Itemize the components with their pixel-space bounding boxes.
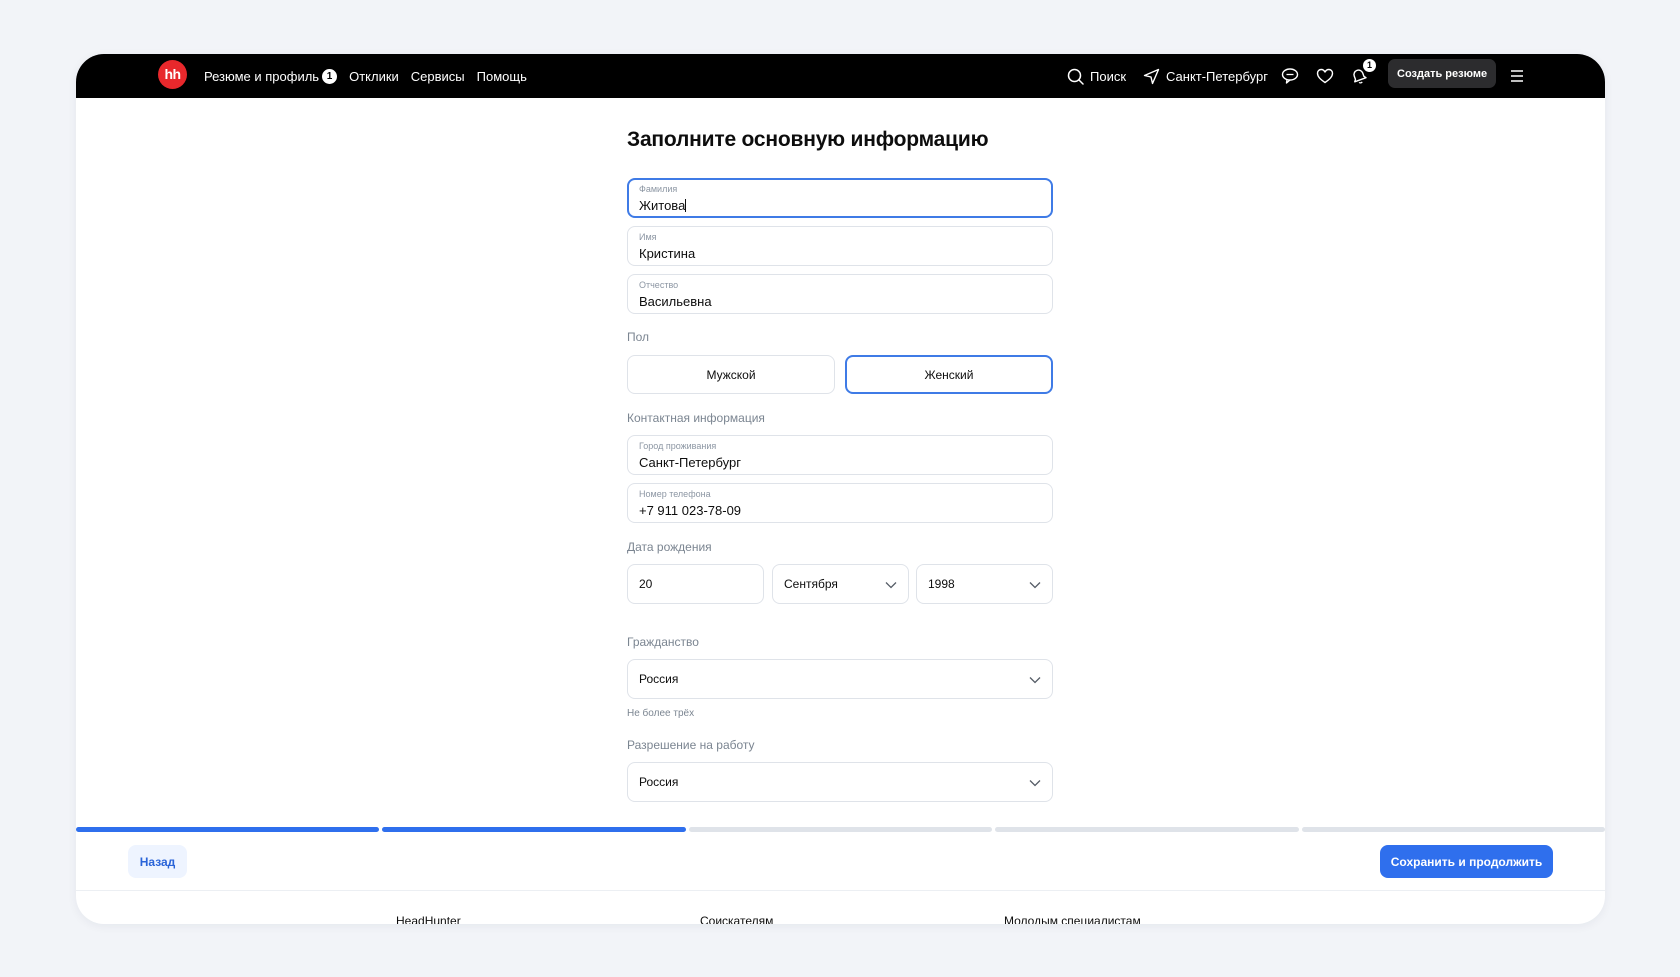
back-button[interactable]: Назад [128, 845, 187, 878]
footer-link-headhunter[interactable]: HeadHunter [396, 914, 461, 924]
last-name-field[interactable]: Фамилия Житова [627, 178, 1053, 218]
heart-icon [1316, 67, 1334, 85]
hh-logo[interactable]: hh [158, 60, 187, 89]
chevron-down-icon [1028, 673, 1042, 692]
progress-step-3 [688, 827, 993, 832]
birth-day-value: 20 [639, 577, 653, 591]
location-arrow-icon [1143, 68, 1160, 85]
progress-step-5 [1301, 827, 1605, 832]
create-resume-button[interactable]: Создать резюме [1388, 59, 1497, 88]
phone-label: Номер телефона [639, 489, 711, 499]
chevron-down-icon [1028, 578, 1042, 597]
birth-date-label: Дата рождения [627, 540, 712, 554]
top-navigation-bar: hh Резюме и профиль 1 Отклики Сервисы По… [76, 54, 1605, 98]
progress-step-1 [76, 827, 380, 832]
chat-button[interactable] [1281, 54, 1299, 98]
gender-option-female[interactable]: Женский [845, 355, 1053, 394]
middle-name-value: Васильевна [639, 294, 712, 309]
city-value: Санкт-Петербург [639, 455, 741, 470]
citizenship-label: Гражданство [627, 635, 699, 649]
footer-link-job-seekers[interactable]: Соискателям [700, 914, 773, 924]
birth-day-input[interactable]: 20 [627, 564, 764, 604]
text-caret [685, 199, 687, 212]
nav-item-services[interactable]: Сервисы [411, 69, 465, 84]
header-actions: Поиск Санкт-Петербург 1 Создать резюме [1005, 54, 1605, 98]
last-name-value: Житова [639, 198, 686, 213]
first-name-field[interactable]: Имя Кристина [627, 226, 1053, 266]
birth-month-value: Сентября [784, 577, 838, 591]
first-name-label: Имя [639, 232, 657, 242]
location-label: Санкт-Петербург [1166, 68, 1268, 84]
main-nav: Резюме и профиль 1 Отклики Сервисы Помощ… [204, 54, 527, 98]
menu-button[interactable] [1509, 54, 1525, 98]
gender-option-male[interactable]: Мужской [627, 355, 835, 394]
birth-year-select[interactable]: 1998 [916, 564, 1053, 604]
nav-item-label: Резюме и профиль [204, 68, 320, 84]
favorites-button[interactable] [1316, 54, 1334, 98]
progress-step-2 [382, 827, 686, 832]
work-permit-select[interactable]: Россия [627, 762, 1053, 802]
city-field[interactable]: Город проживания Санкт-Петербург [627, 435, 1053, 475]
search-button[interactable]: Поиск [1067, 54, 1126, 98]
nav-item-resume-profile[interactable]: Резюме и профиль 1 [204, 68, 338, 84]
location-button[interactable]: Санкт-Петербург [1143, 54, 1268, 98]
save-and-continue-button[interactable]: Сохранить и продолжить [1380, 845, 1553, 878]
work-permit-value: Россия [639, 775, 679, 789]
nav-item-responses[interactable]: Отклики [349, 69, 399, 84]
footer-link-young-specialists[interactable]: Молодым специалистам [1004, 914, 1141, 924]
last-name-label: Фамилия [639, 184, 678, 194]
search-label: Поиск [1090, 68, 1127, 84]
birth-month-select[interactable]: Сентября [772, 564, 909, 604]
first-name-value: Кристина [639, 246, 696, 261]
hamburger-menu-icon [1509, 69, 1525, 83]
notifications-badge: 1 [1363, 59, 1376, 72]
citizenship-select[interactable]: Россия [627, 659, 1053, 699]
nav-badge: 1 [322, 68, 338, 84]
citizenship-hint: Не более трёх [627, 708, 695, 719]
middle-name-label: Отчество [639, 280, 679, 290]
page-title: Заполните основную информацию [627, 128, 989, 151]
city-label: Город проживания [639, 441, 717, 451]
step-progress-bar [76, 827, 1605, 832]
footer-divider [76, 890, 1605, 891]
chevron-down-icon [1028, 776, 1042, 795]
phone-field[interactable]: Номер телефона +7 911 023-78-09 [627, 483, 1053, 523]
middle-name-field[interactable]: Отчество Васильевна [627, 274, 1053, 314]
citizenship-value: Россия [639, 672, 679, 686]
search-icon [1067, 68, 1084, 85]
gender-label: Пол [627, 330, 650, 344]
contact-section-label: Контактная информация [627, 411, 765, 425]
progress-step-4 [995, 827, 1299, 832]
browser-window: hh Резюме и профиль 1 Отклики Сервисы По… [76, 54, 1605, 924]
nav-item-help[interactable]: Помощь [477, 69, 527, 84]
phone-value: +7 911 023-78-09 [639, 503, 742, 518]
birth-year-value: 1998 [928, 577, 955, 591]
chat-icon [1281, 67, 1299, 85]
chevron-down-icon [884, 578, 898, 597]
work-permit-label: Разрешение на работу [627, 738, 755, 752]
notifications-button[interactable]: 1 [1350, 54, 1378, 98]
